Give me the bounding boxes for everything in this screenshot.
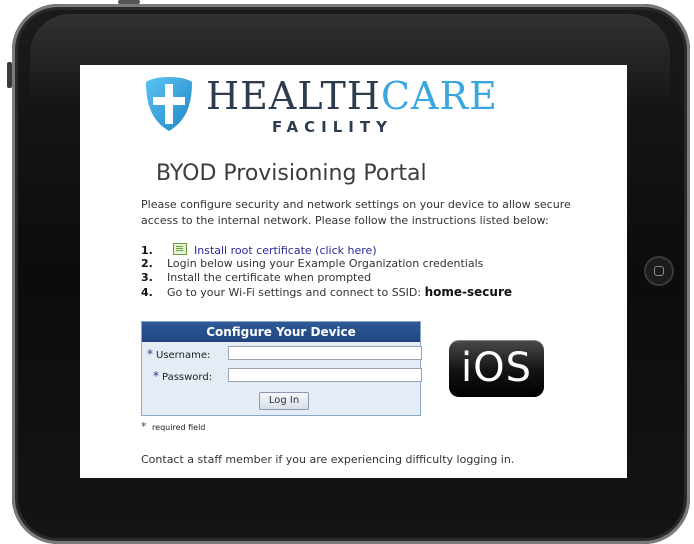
brand-name: HEALTHCARE (206, 73, 498, 119)
healthcare-logo: HEALTHCARE FACILITY (144, 73, 504, 141)
step-text: Login below using your Example Organizat… (167, 257, 484, 270)
step-number: 2. (141, 257, 153, 270)
required-marker: * (153, 369, 159, 383)
certificate-icon[interactable] (173, 243, 187, 255)
page-title: BYOD Provisioning Portal (156, 161, 427, 186)
ios-badge: iOS (449, 340, 544, 397)
shield-cross-icon (146, 77, 192, 131)
username-label-text: Username: (156, 350, 211, 361)
step-number: 4. (141, 286, 153, 299)
required-note-text: required field (152, 423, 206, 432)
install-certificate-link[interactable]: Install root certificate (click here) (194, 244, 377, 257)
required-field-note: * required field (141, 420, 205, 433)
brand-name-health: HEALTH (206, 74, 381, 118)
device-screen: HEALTHCARE FACILITY BYOD Provisioning Po… (80, 65, 627, 478)
side-switch (7, 62, 12, 88)
login-button[interactable]: Log In (259, 392, 309, 410)
password-label-text: Password: (162, 372, 213, 383)
step-4: 4. Go to your Wi-Fi settings and connect … (141, 285, 512, 299)
intro-text: Please configure security and network se… (141, 198, 571, 227)
username-label: * Username: (147, 347, 210, 361)
password-label: * Password: (153, 369, 212, 383)
step-text: Install the certificate when prompted (167, 271, 372, 284)
home-square-icon (654, 266, 664, 276)
step-3: 3. Install the certificate when prompted (141, 271, 512, 285)
required-marker: * (147, 347, 153, 361)
step-1: 1. Install root certificate (click here) (141, 243, 512, 257)
instruction-steps: 1. Install root certificate (click here) … (141, 243, 512, 299)
required-marker: * (141, 420, 147, 433)
step-2: 2. Login below using your Example Organiz… (141, 257, 512, 271)
ssid-name: home-secure (424, 285, 512, 299)
home-button[interactable] (644, 256, 674, 286)
brand-name-care: CARE (380, 74, 498, 118)
power-button (118, 0, 140, 4)
brand-subtitle: FACILITY (272, 118, 393, 136)
password-row: * Password: (142, 364, 422, 386)
step-number: 3. (141, 271, 153, 284)
form-title: Configure Your Device (142, 322, 420, 342)
login-form: Configure Your Device * Username: * Passwo… (141, 321, 422, 416)
username-row: * Username: (142, 342, 422, 364)
step-number: 1. (141, 244, 153, 257)
form-footer: Log In (142, 386, 420, 414)
step-text: Go to your Wi-Fi settings and connect to… (167, 286, 425, 299)
contact-note: Contact a staff member if you are experi… (141, 453, 515, 466)
password-input[interactable] (228, 368, 422, 382)
username-input[interactable] (228, 346, 422, 360)
